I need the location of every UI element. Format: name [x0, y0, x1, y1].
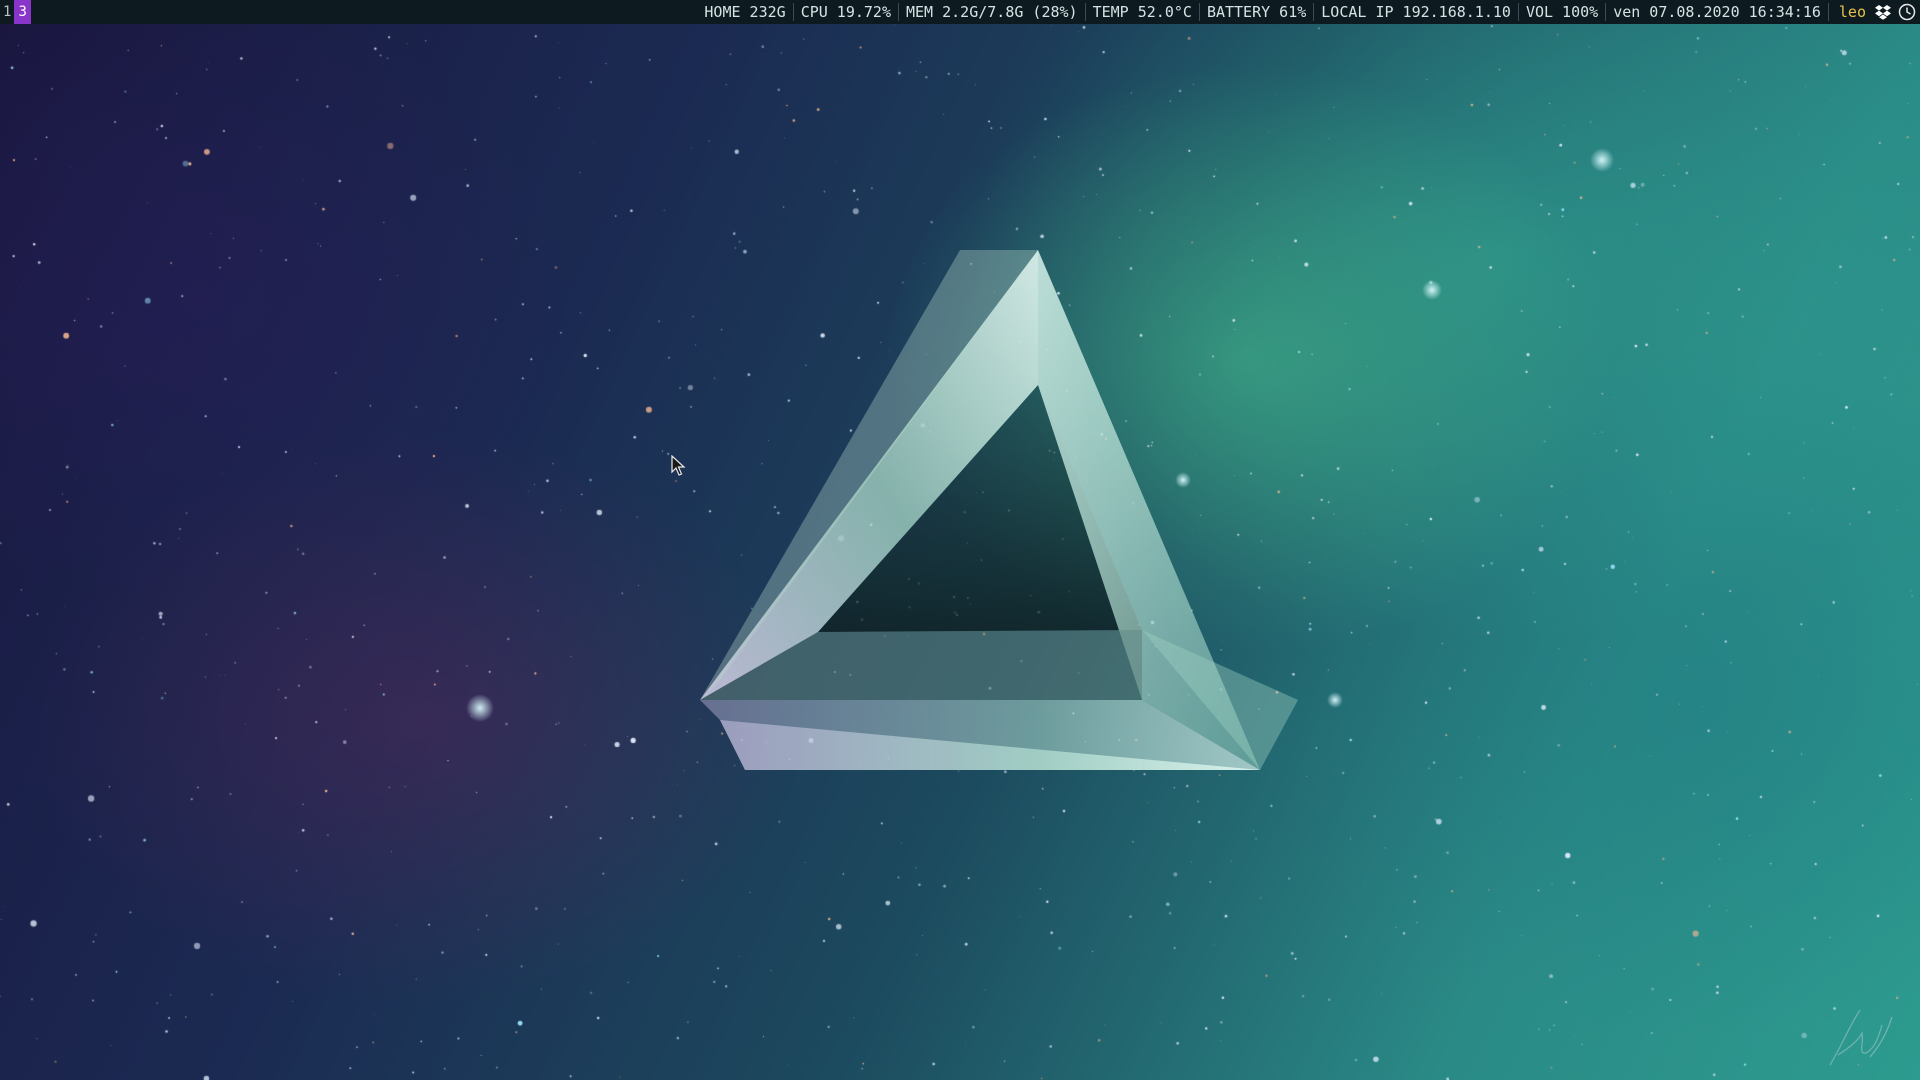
system-tray — [1874, 3, 1920, 21]
impossible-triangle-art — [700, 250, 1298, 770]
dropbox-icon[interactable] — [1874, 4, 1892, 20]
home-disk-status: HOME 232G — [704, 3, 786, 21]
local-ip-status: LOCAL IP 192.168.1.10 — [1321, 3, 1511, 21]
datetime-status: ven 07.08.2020 16:34:16 — [1613, 3, 1821, 21]
volume-status[interactable]: VOL 100% — [1519, 0, 1605, 24]
clock-icon[interactable] — [1898, 3, 1916, 21]
mouse-cursor-icon — [671, 455, 686, 476]
cpu-status: CPU 19.72% — [800, 3, 891, 21]
workspace-1[interactable]: 1 — [0, 0, 14, 24]
username-label: leo — [1838, 3, 1866, 21]
artist-signature — [1829, 1009, 1893, 1066]
battery-status: BATTERY 61% — [1206, 3, 1307, 21]
desktop-wallpaper — [0, 0, 1920, 1080]
status-bar: 1 3 HOME 232G CPU 19.72% MEM 2.2G/7.8G (… — [0, 0, 1920, 24]
temperature-status: TEMP 52.0°C — [1092, 3, 1192, 21]
memory-status: MEM 2.2G/7.8G (28%) — [906, 3, 1078, 21]
workspace-3[interactable]: 3 — [14, 0, 31, 24]
